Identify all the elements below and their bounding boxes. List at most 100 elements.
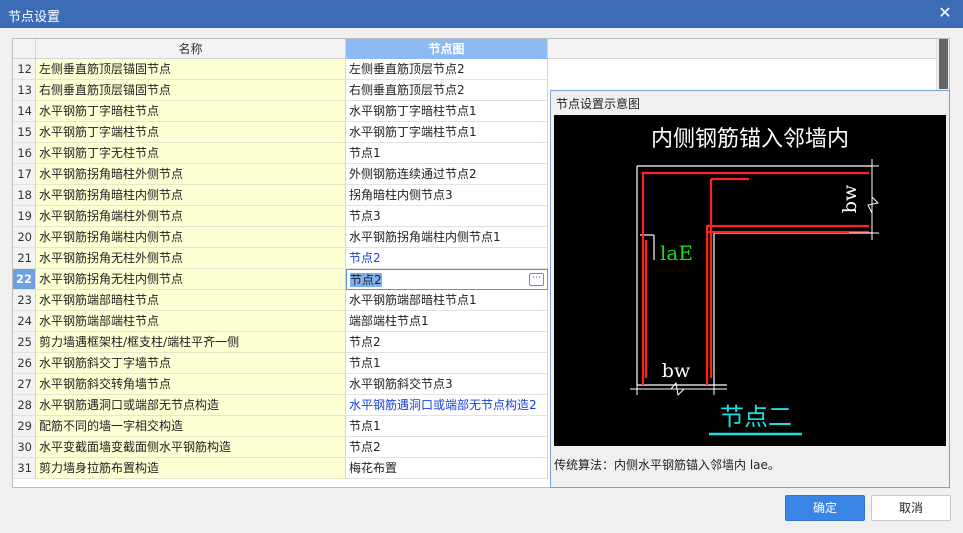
row-node-cell[interactable]: 水平钢筋遇洞口或端部无节点构造2 [346,395,548,416]
row-node-cell[interactable]: 节点2 [346,332,548,353]
row-number: 30 [13,437,36,458]
table-row[interactable]: 20 水平钢筋拐角端柱内侧节点 水平钢筋拐角端柱内侧节点1 [13,227,548,248]
row-node-cell[interactable]: 水平钢筋斜交节点3 [346,374,548,395]
row-node-cell[interactable]: 水平钢筋拐角端柱内侧节点1 [346,227,548,248]
table-row[interactable]: 14 水平钢筋丁字暗柱节点 水平钢筋丁字暗柱节点1 [13,101,548,122]
table-row[interactable]: 28 水平钢筋遇洞口或端部无节点构造 水平钢筋遇洞口或端部无节点构造2 [13,395,548,416]
table-row[interactable]: 19 水平钢筋拐角端柱外侧节点 节点3 [13,206,548,227]
diagram-heading: 内侧钢筋锚入邻墙内 [651,127,849,152]
row-node-cell[interactable]: 水平钢筋丁字暗柱节点1 [346,101,548,122]
scrollbar-thumb[interactable] [939,39,948,89]
row-node-cell[interactable]: 左侧垂直筋顶层节点2 [346,59,548,80]
row-name-cell: 剪力墙遇框架柱/框支柱/端柱平齐一侧 [36,332,346,353]
row-name-cell: 水平钢筋丁字端柱节点 [36,122,346,143]
label-lae: laE [660,241,693,265]
row-number: 14 [13,101,36,122]
label-bw-top: bw [839,184,861,213]
row-node-cell[interactable]: 节点2 [346,437,548,458]
row-node-cell[interactable]: 节点3 [346,206,548,227]
table-row[interactable]: 25 剪力墙遇框架柱/框支柱/端柱平齐一侧 节点2 [13,332,548,353]
table-row[interactable]: 24 水平钢筋端部端柱节点 端部端柱节点1 [13,311,548,332]
diagram-panel: 节点设置示意图 内侧钢筋锚入邻墙内 bw laE bw 节点二 传统算法：内侧水… [550,90,950,488]
table-row[interactable]: 16 水平钢筋丁字无柱节点 节点1 [13,143,548,164]
row-number: 16 [13,143,36,164]
row-node-cell[interactable]: 外侧钢筋连续通过节点2 [346,164,548,185]
row-name-cell: 水平钢筋拐角暗柱内侧节点 [36,185,346,206]
node-label: 节点二 [720,403,792,431]
row-name-cell: 水平钢筋拐角端柱内侧节点 [36,227,346,248]
row-node-cell[interactable]: 节点1 [346,353,548,374]
diagram-panel-title: 节点设置示意图 [556,97,641,111]
row-number: 12 [13,59,36,80]
row-name-cell: 水平钢筋丁字暗柱节点 [36,101,346,122]
table-row[interactable]: 31 剪力墙身拉筋布置构造 梅花布置 [13,458,548,479]
cancel-button[interactable]: 取消 [871,495,951,521]
row-node-cell[interactable]: 拐角暗柱内侧节点3 [346,185,548,206]
table-row[interactable]: 12 左侧垂直筋顶层锚固节点 左侧垂直筋顶层节点2 [13,59,548,80]
table-row[interactable]: 15 水平钢筋丁字端柱节点 水平钢筋丁字端柱节点1 [13,122,548,143]
row-number: 27 [13,374,36,395]
row-name-cell: 水平钢筋丁字无柱节点 [36,143,346,164]
row-name-cell: 水平钢筋端部暗柱节点 [36,290,346,311]
row-number: 23 [13,290,36,311]
row-name-cell: 水平钢筋拐角无柱内侧节点 [36,269,346,290]
row-number: 18 [13,185,36,206]
row-number: 22 [13,269,36,290]
selected-node-value[interactable]: 节点2 [350,273,382,287]
window-title: 节点设置 [8,10,61,25]
label-bw-bottom: bw [662,360,691,382]
row-number: 13 [13,80,36,101]
row-number: 15 [13,122,36,143]
row-node-cell[interactable]: 右侧垂直筋顶层节点2 [346,80,548,101]
row-number-header [13,39,36,59]
row-number: 26 [13,353,36,374]
column-header-name[interactable]: 名称 [36,39,346,59]
row-number: 17 [13,164,36,185]
table-row[interactable]: 22 水平钢筋拐角无柱内侧节点 节点2 ⋯ [13,269,548,290]
row-number: 31 [13,458,36,479]
table-row[interactable]: 26 水平钢筋斜交丁字墙节点 节点1 [13,353,548,374]
node-diagram: 内侧钢筋锚入邻墙内 bw laE bw 节点二 [630,127,880,436]
row-number: 20 [13,227,36,248]
table-row[interactable]: 30 水平变截面墙变截面侧水平钢筋构造 节点2 [13,437,548,458]
table-row[interactable]: 29 配筋不同的墙一字相交构造 节点1 [13,416,548,437]
row-name-cell: 剪力墙身拉筋布置构造 [36,458,346,479]
row-name-cell: 水平钢筋端部端柱节点 [36,311,346,332]
row-number: 19 [13,206,36,227]
grid-header: 名称 节点图 [13,39,949,59]
wall-outline [636,165,872,386]
ok-button[interactable]: 确定 [785,495,865,521]
row-number: 28 [13,395,36,416]
row-node-cell[interactable]: 端部端柱节点1 [346,311,548,332]
row-node-cell[interactable]: 水平钢筋丁字端柱节点1 [346,122,548,143]
row-name-cell: 水平钢筋拐角暗柱外侧节点 [36,164,346,185]
rebar-lines [641,171,869,385]
row-node-cell[interactable]: 水平钢筋端部暗柱节点1 [346,290,548,311]
row-name-cell: 水平变截面墙变截面侧水平钢筋构造 [36,437,346,458]
row-number: 25 [13,332,36,353]
diagram-canvas: 内侧钢筋锚入邻墙内 bw laE bw 节点二 [554,115,946,446]
row-node-cell[interactable]: 节点2 [346,248,548,269]
row-number: 24 [13,311,36,332]
table-row[interactable]: 27 水平钢筋斜交转角墙节点 水平钢筋斜交节点3 [13,374,548,395]
row-node-cell[interactable]: 节点2 ⋯ [346,269,548,290]
row-name-cell: 水平钢筋斜交转角墙节点 [36,374,346,395]
row-node-cell[interactable]: 节点1 [346,143,548,164]
row-name-cell: 右侧垂直筋顶层锚固节点 [36,80,346,101]
row-node-cell[interactable]: 梅花布置 [346,458,548,479]
column-header-node[interactable]: 节点图 [346,39,548,59]
dialog-body: 名称 节点图 12 左侧垂直筋顶层锚固节点 左侧垂直筋顶层节点2 13 右侧垂直筋顶层锚… [0,28,963,533]
table-row[interactable]: 17 水平钢筋拐角暗柱外侧节点 外侧钢筋连续通过节点2 [13,164,548,185]
row-name-cell: 左侧垂直筋顶层锚固节点 [36,59,346,80]
row-number: 29 [13,416,36,437]
diagram-caption: 传统算法：内侧水平钢筋锚入邻墙内 lae。 [554,458,780,472]
row-name-cell: 配筋不同的墙一字相交构造 [36,416,346,437]
table-row[interactable]: 21 水平钢筋拐角无柱外侧节点 节点2 [13,248,548,269]
table-row[interactable]: 23 水平钢筋端部暗柱节点 水平钢筋端部暗柱节点1 [13,290,548,311]
table-row[interactable]: 13 右侧垂直筋顶层锚固节点 右侧垂直筋顶层节点2 [13,80,548,101]
ellipsis-button[interactable]: ⋯ [529,273,544,286]
row-name-cell: 水平钢筋遇洞口或端部无节点构造 [36,395,346,416]
close-icon[interactable]: ✕ [936,4,954,22]
table-row[interactable]: 18 水平钢筋拐角暗柱内侧节点 拐角暗柱内侧节点3 [13,185,548,206]
row-node-cell[interactable]: 节点1 [346,416,548,437]
